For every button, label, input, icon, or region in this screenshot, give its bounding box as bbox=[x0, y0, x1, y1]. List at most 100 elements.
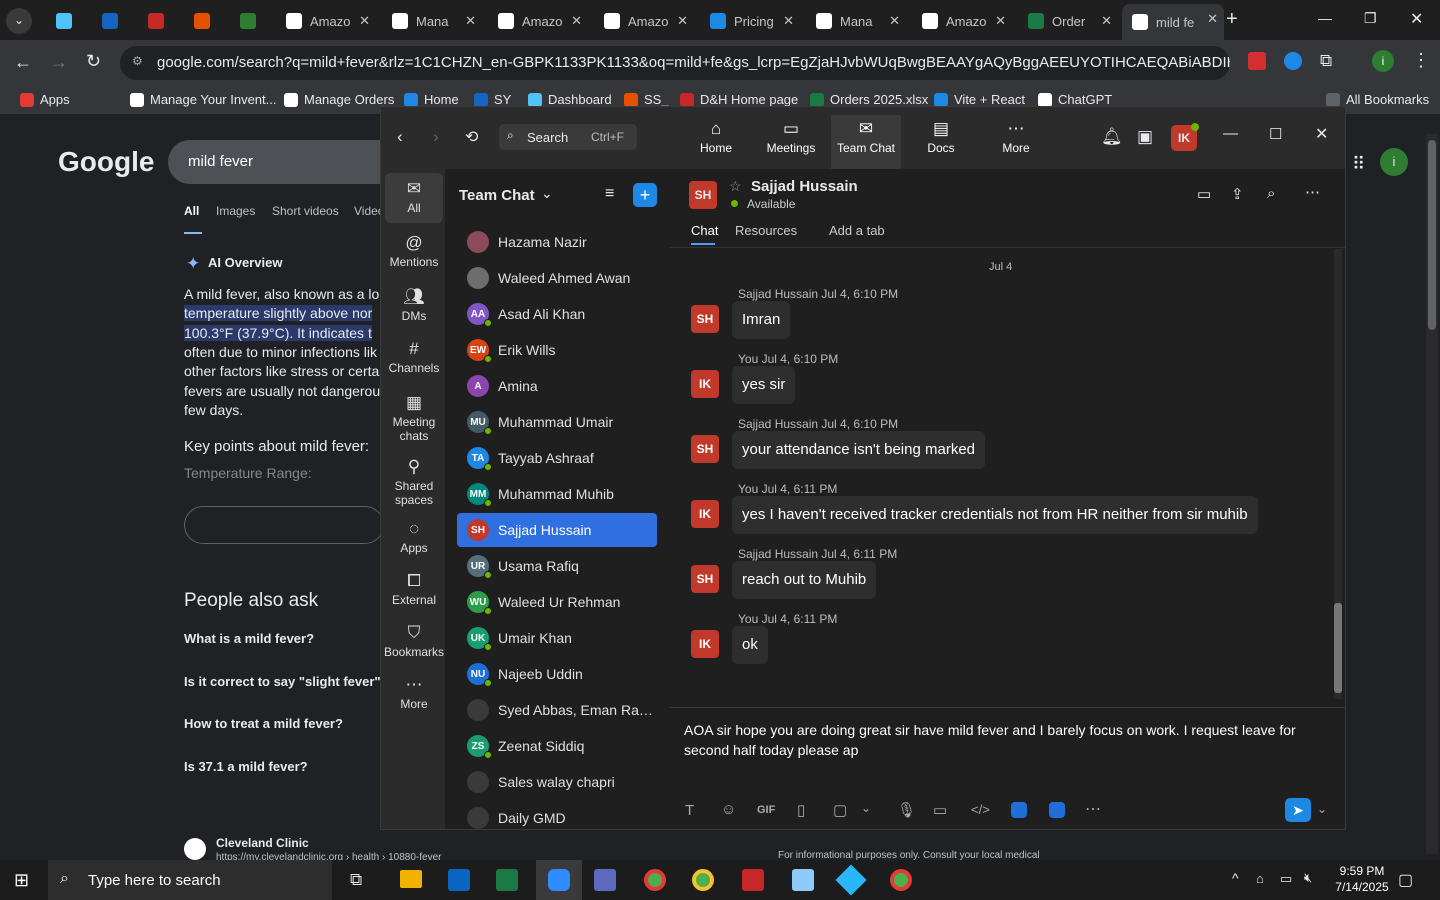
all-bookmarks[interactable]: All Bookmarks bbox=[1326, 92, 1429, 107]
screenshot-icon[interactable]: ▢ bbox=[833, 801, 847, 819]
browser-tab[interactable]: mild fe ✕ bbox=[1122, 4, 1224, 40]
tray-display-icon[interactable]: ▭ bbox=[1280, 871, 1292, 887]
composer-more-icon[interactable]: ⋯ bbox=[1085, 799, 1101, 819]
google-tab[interactable]: All bbox=[184, 204, 199, 218]
profile-avatar[interactable]: i bbox=[1372, 50, 1394, 72]
send-options-icon[interactable]: ⌄ bbox=[1317, 802, 1327, 816]
contact-item[interactable]: Daily GMD bbox=[457, 801, 657, 829]
forward-icon[interactable]: → bbox=[50, 52, 68, 73]
new-chat-button[interactable]: + bbox=[633, 183, 657, 207]
nav-team-chat[interactable]: ✉ Team Chat bbox=[831, 115, 901, 169]
message-bubble[interactable]: yes sir bbox=[732, 366, 796, 404]
bookmark-item[interactable]: SY bbox=[474, 92, 511, 107]
browser-tab[interactable] bbox=[46, 6, 86, 36]
contact-item[interactable]: TA Tayyab Ashraaf bbox=[457, 441, 657, 475]
bookmark-item[interactable]: SS_ bbox=[624, 92, 669, 107]
video-call-icon[interactable]: ▭ bbox=[1197, 185, 1211, 203]
send-button[interactable]: ➤ bbox=[1285, 798, 1311, 822]
contact-item[interactable]: ZS Zeenat Siddiq bbox=[457, 729, 657, 763]
tab-close-icon[interactable]: ✕ bbox=[783, 13, 794, 29]
tab-close-icon[interactable]: ✕ bbox=[359, 13, 370, 29]
calculator-icon[interactable] bbox=[594, 869, 616, 891]
zoom-app-active[interactable] bbox=[536, 860, 582, 900]
back-arrow-icon[interactable]: ‹ bbox=[397, 127, 403, 147]
rail-shared-spaces[interactable]: ⚲ Shared spaces bbox=[384, 455, 444, 507]
taskbar-search[interactable]: ⌕ Type here to search bbox=[48, 860, 332, 900]
tab-close-icon[interactable]: ✕ bbox=[995, 13, 1006, 29]
app-shortcut-icon[interactable] bbox=[1011, 802, 1027, 818]
bookmark-item[interactable]: Manage Orders bbox=[284, 92, 394, 107]
app-diamond-icon[interactable] bbox=[835, 864, 867, 896]
paa-question[interactable]: Is it correct to say "slight fever"? bbox=[184, 674, 389, 689]
page-scrollbar[interactable] bbox=[1426, 134, 1438, 854]
contact-item[interactable]: MM Muhammad Muhib bbox=[457, 477, 657, 511]
puzzle-icon[interactable]: ⧉ bbox=[1320, 51, 1332, 71]
composer-text[interactable]: AOA sir hope you are doing great sir hav… bbox=[684, 720, 1329, 760]
rail-meeting-chats[interactable]: ▦ Meeting chats bbox=[384, 391, 444, 443]
browser-tab[interactable]: Amazo ✕ bbox=[594, 6, 694, 36]
forward-arrow-icon[interactable]: › bbox=[433, 127, 439, 147]
bookmark-item[interactable]: Orders 2025.xlsx bbox=[810, 92, 928, 107]
chrome-profile-icon[interactable] bbox=[692, 869, 714, 891]
search-box[interactable]: mild fever bbox=[168, 140, 408, 184]
message-composer[interactable]: AOA sir hope you are doing great sir hav… bbox=[669, 707, 1345, 829]
notification-center-icon[interactable]: ▢ bbox=[1398, 870, 1413, 890]
task-view-icon[interactable]: ⧉ bbox=[350, 870, 362, 890]
emoji-icon[interactable]: ☺ bbox=[721, 801, 736, 818]
notes-icon[interactable] bbox=[792, 869, 814, 891]
search-bar[interactable]: ⌕ Search Ctrl+F bbox=[499, 124, 637, 150]
excel-icon[interactable] bbox=[496, 869, 518, 891]
google-profile-avatar[interactable]: i bbox=[1380, 148, 1408, 176]
rail-more[interactable]: ⋯ More bbox=[384, 673, 444, 711]
app-shortcut-2-icon[interactable] bbox=[1049, 802, 1065, 818]
screenshot-options-icon[interactable]: ⌄ bbox=[861, 801, 871, 815]
bookmark-item[interactable]: Home bbox=[404, 92, 459, 107]
contact-item[interactable]: UK Umair Khan bbox=[457, 621, 657, 655]
bookmark-item[interactable]: D&H Home page bbox=[680, 92, 798, 107]
message-bubble[interactable]: your attendance isn't being marked bbox=[732, 431, 986, 469]
window-maximize-icon[interactable]: ☐ bbox=[1269, 125, 1282, 143]
site-info-icon[interactable]: ⚙ bbox=[132, 54, 143, 68]
tab-close-icon[interactable]: ✕ bbox=[465, 13, 476, 29]
apps-grid-icon[interactable]: ⠿ bbox=[1352, 154, 1365, 175]
extension-icon[interactable] bbox=[1284, 52, 1302, 70]
bookmark-item[interactable]: Vite + React bbox=[934, 92, 1025, 107]
gif-icon[interactable]: GIF bbox=[757, 804, 775, 816]
minimize-icon[interactable]: — bbox=[1318, 10, 1332, 26]
message-bubble[interactable]: ok bbox=[732, 626, 768, 664]
bookmark-item[interactable]: Manage Your Invent... bbox=[130, 92, 276, 107]
new-tab-button[interactable]: + bbox=[1226, 8, 1238, 31]
rail-apps[interactable]: ◌ Apps bbox=[384, 517, 444, 555]
url-bar[interactable]: ⚙ google.com/search?q=mild+fever&rlz=1C1… bbox=[120, 46, 1230, 80]
bookmark-item[interactable]: Apps bbox=[20, 92, 70, 107]
chevron-down-icon[interactable]: ⌄ bbox=[541, 185, 553, 202]
windows-start-icon[interactable]: ⊞ bbox=[14, 870, 29, 891]
list-title[interactable]: Team Chat bbox=[459, 187, 535, 204]
chat-more-icon[interactable]: ⋯ bbox=[1305, 183, 1320, 201]
google-tab[interactable]: Images bbox=[216, 204, 255, 218]
message-bubble[interactable]: Imran bbox=[732, 301, 791, 339]
tray-chevron-icon[interactable]: ^ bbox=[1232, 870, 1239, 886]
contact-item[interactable]: Waleed Ahmed Awan bbox=[457, 261, 657, 295]
browser-tab[interactable]: Amazo ✕ bbox=[488, 6, 588, 36]
paa-question[interactable]: Is 37.1 a mild fever? bbox=[184, 759, 308, 774]
browser-tab[interactable]: Amazo ✕ bbox=[276, 6, 376, 36]
contact-item[interactable]: A Amina bbox=[457, 369, 657, 403]
paa-question[interactable]: What is a mild fever? bbox=[184, 631, 314, 646]
browser-tab[interactable] bbox=[92, 6, 132, 36]
rail-dms[interactable]: 👥︎ DMs bbox=[384, 285, 444, 323]
share-screen-icon[interactable]: ⇪ bbox=[1231, 185, 1244, 203]
browser-tab[interactable] bbox=[230, 6, 270, 36]
message-bubble[interactable]: yes I haven't received tracker credentia… bbox=[732, 496, 1258, 534]
contact-item[interactable]: Sales walay chapri bbox=[457, 765, 657, 799]
chat-tab[interactable]: Add a tab bbox=[829, 223, 885, 238]
chrome-2-icon[interactable] bbox=[890, 869, 912, 891]
tab-search-button[interactable]: ⌄ bbox=[6, 8, 32, 34]
tab-close-icon[interactable]: ✕ bbox=[889, 13, 900, 29]
format-text-icon[interactable]: T bbox=[685, 802, 694, 819]
calendar-badge-icon[interactable]: ▣ bbox=[1137, 127, 1153, 147]
contact-item[interactable]: MU Muhammad Umair bbox=[457, 405, 657, 439]
chrome-icon[interactable] bbox=[644, 869, 666, 891]
tab-close-icon[interactable]: ✕ bbox=[1101, 13, 1112, 29]
file-explorer-icon[interactable] bbox=[400, 870, 422, 888]
